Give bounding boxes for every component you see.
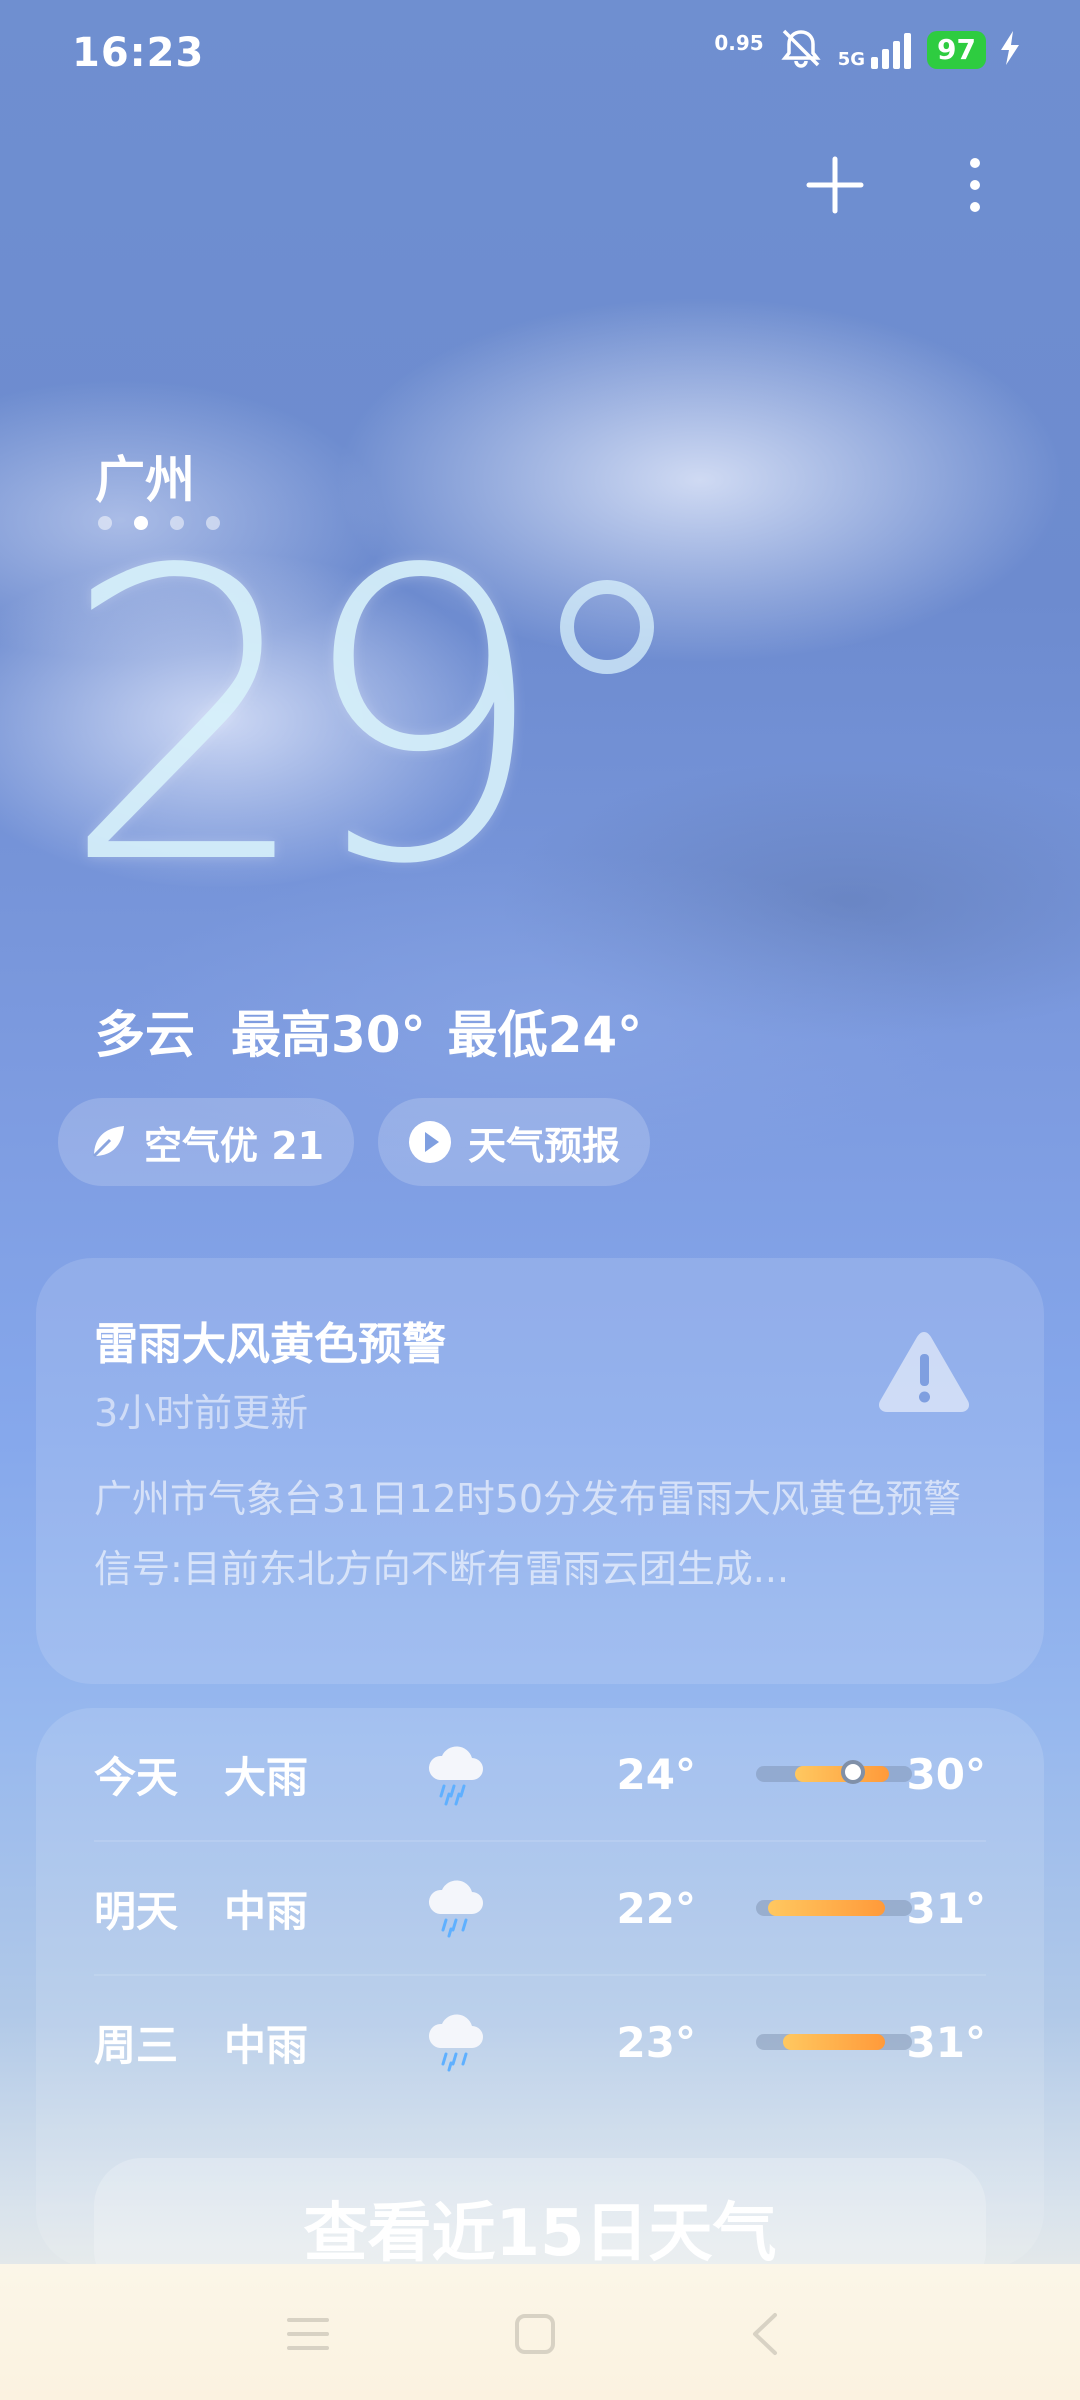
network-type: 5G bbox=[837, 49, 866, 70]
status-icons: 0.95 5G 97 bbox=[714, 28, 1020, 72]
forecast-high: 31° bbox=[906, 2017, 986, 2067]
temp-range-bar bbox=[756, 1900, 912, 1916]
moderate-rain-icon bbox=[424, 2006, 488, 2078]
weather-video-pill[interactable]: 天气预报 bbox=[378, 1098, 651, 1186]
battery-indicator: 97 bbox=[927, 31, 986, 69]
temp-range-fill bbox=[782, 2034, 886, 2050]
charging-icon bbox=[1000, 31, 1020, 69]
alert-updated: 3小时前更新 bbox=[94, 1391, 309, 1435]
forecast-low: 23° bbox=[616, 2017, 696, 2067]
add-city-button[interactable] bbox=[800, 150, 870, 220]
forecast-row[interactable]: 今天 大雨 24° 30° bbox=[94, 1708, 986, 1842]
square-icon bbox=[515, 2314, 555, 2354]
degree-symbol bbox=[560, 580, 654, 674]
temp-low: 最低24° bbox=[447, 1006, 643, 1064]
forecast-row[interactable]: 明天 中雨 22° 31° bbox=[94, 1842, 986, 1976]
temp-range-bar bbox=[756, 1760, 912, 1784]
air-quality-label: 空气优 21 bbox=[144, 1123, 325, 1168]
forecast-high: 30° bbox=[906, 1749, 986, 1799]
current-condition: 多云 bbox=[95, 1006, 195, 1064]
plus-icon bbox=[806, 156, 864, 214]
forecast-low: 24° bbox=[616, 1749, 696, 1799]
warning-icon bbox=[876, 1328, 972, 1418]
more-menu-button[interactable] bbox=[940, 150, 1010, 220]
status-time: 16:23 bbox=[72, 30, 205, 76]
current-temp-marker bbox=[840, 1760, 865, 1784]
signal-icon: 5G bbox=[838, 31, 913, 69]
forecast-day: 明天 bbox=[94, 1886, 179, 1936]
weather-summary: 多云 最高30° 最低24° bbox=[95, 995, 642, 1067]
temp-range-bar bbox=[756, 2034, 912, 2050]
menu-icon bbox=[287, 2318, 329, 2350]
back-button[interactable] bbox=[735, 2304, 795, 2364]
forecast-row[interactable]: 周三 中雨 23° 31° bbox=[94, 1976, 986, 2108]
status-bar: 16:23 0.95 5G 97 bbox=[0, 0, 1080, 110]
play-circle-icon bbox=[409, 1121, 452, 1163]
leaf-icon bbox=[92, 1126, 124, 1158]
forecast-high: 31° bbox=[906, 1883, 986, 1933]
mute-bell-icon bbox=[778, 28, 824, 72]
alert-body: 广州市气象台31日12时50分发布雷雨大风黄色预警信号:目前东北方向不断有雷雨云… bbox=[94, 1477, 962, 1591]
daily-forecast-card: 今天 大雨 24° 30° 明天 中雨 22° 31° 周三 中雨 23° 31… bbox=[36, 1708, 1044, 2298]
temp-range-fill bbox=[768, 1900, 886, 1916]
current-temperature: 29 bbox=[60, 487, 549, 952]
recent-apps-button[interactable] bbox=[278, 2304, 338, 2364]
forecast-condition: 中雨 bbox=[224, 1886, 309, 1936]
moderate-rain-icon bbox=[424, 1872, 488, 1944]
forecast-day: 周三 bbox=[94, 2020, 179, 2070]
home-button[interactable] bbox=[505, 2304, 565, 2364]
forecast-condition: 中雨 bbox=[224, 2020, 309, 2070]
weather-alert-card[interactable]: 雷雨大风黄色预警 3小时前更新 广州市气象台31日12时50分发布雷雨大风黄色预… bbox=[36, 1258, 1044, 1684]
more-vertical-icon bbox=[970, 158, 980, 212]
system-nav-bar bbox=[0, 2264, 1080, 2400]
forecast-day: 今天 bbox=[94, 1752, 179, 1802]
heavy-rain-icon bbox=[424, 1738, 488, 1810]
weather-video-label: 天气预报 bbox=[468, 1123, 621, 1168]
temp-high: 最高30° bbox=[231, 1006, 426, 1064]
quick-pills: 空气优 21 天气预报 bbox=[58, 1098, 651, 1186]
air-quality-pill[interactable]: 空气优 21 bbox=[58, 1098, 355, 1186]
forecast-low: 22° bbox=[616, 1883, 696, 1933]
forecast-condition: 大雨 bbox=[224, 1752, 309, 1802]
alert-title: 雷雨大风黄色预警 bbox=[94, 1319, 446, 1370]
network-speed: 0.95 bbox=[714, 31, 764, 55]
chevron-left-icon bbox=[753, 2313, 777, 2355]
